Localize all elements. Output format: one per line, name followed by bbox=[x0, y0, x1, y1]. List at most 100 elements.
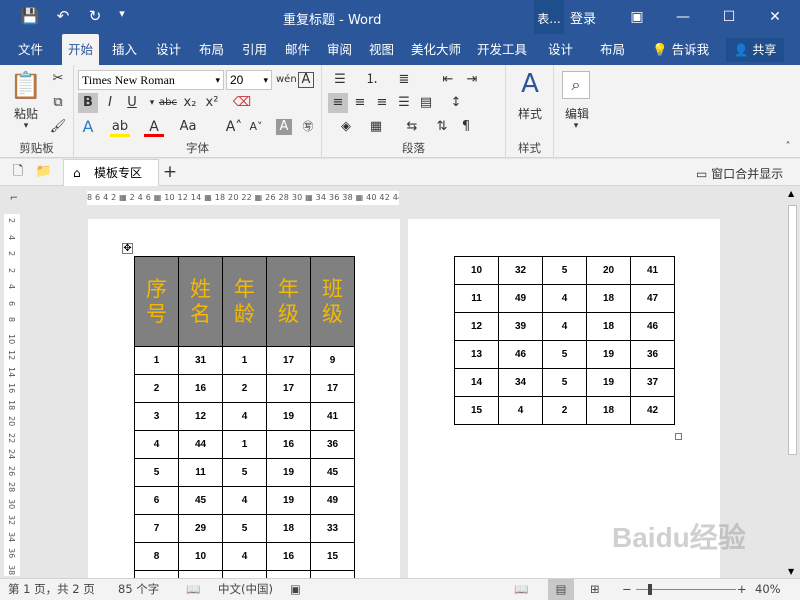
underline-icon[interactable]: U bbox=[122, 93, 142, 113]
zoom-level[interactable]: 40% bbox=[755, 579, 781, 600]
table-cell[interactable] bbox=[266, 570, 311, 578]
phonetic-icon[interactable]: wén bbox=[276, 70, 297, 90]
editing-button[interactable]: 编辑 bbox=[556, 105, 598, 122]
table-cell[interactable]: 12 bbox=[178, 402, 223, 431]
table-cell[interactable]: 5 bbox=[542, 256, 587, 285]
tab-table-layout[interactable]: 布局 bbox=[594, 34, 631, 65]
table-cell[interactable]: 41 bbox=[630, 256, 675, 285]
table-cell[interactable]: 4 bbox=[222, 486, 267, 515]
zoom-in-icon[interactable]: + bbox=[737, 579, 747, 600]
table-cell[interactable] bbox=[134, 570, 179, 578]
change-case-icon[interactable]: Aa bbox=[178, 117, 198, 137]
paste-dropdown-icon[interactable]: ▾ bbox=[18, 121, 34, 131]
table-cell[interactable]: 17 bbox=[266, 374, 311, 403]
redo-icon[interactable]: ↻ bbox=[84, 7, 106, 25]
table-cell[interactable]: 14 bbox=[454, 368, 499, 397]
table-cell[interactable]: 16 bbox=[178, 374, 223, 403]
char-shading-icon[interactable]: A bbox=[276, 119, 292, 135]
shading-icon[interactable]: ◈ bbox=[336, 117, 356, 137]
table-cell[interactable]: 44 bbox=[178, 430, 223, 459]
table-cell[interactable]: 18 bbox=[586, 312, 631, 341]
merge-windows-button[interactable]: ▭ 窗口合并显示 bbox=[696, 165, 783, 182]
table-cell[interactable]: 4 bbox=[134, 430, 179, 459]
language[interactable]: 中文(中国) bbox=[218, 579, 273, 600]
increase-indent-icon[interactable]: ⇥ bbox=[462, 70, 482, 90]
bullets-icon[interactable]: ☰ bbox=[330, 70, 350, 90]
table-cell[interactable]: 10 bbox=[454, 256, 499, 285]
table-cell[interactable]: 11 bbox=[178, 458, 223, 487]
header-cell[interactable]: 序号 bbox=[134, 256, 179, 347]
table-resize-handle[interactable] bbox=[675, 433, 682, 440]
table-cell[interactable]: 2 bbox=[134, 374, 179, 403]
table-cell[interactable]: 42 bbox=[630, 396, 675, 425]
copy-icon[interactable]: ⧉ bbox=[48, 93, 68, 113]
table-move-handle-icon[interactable]: ✥ bbox=[122, 243, 133, 254]
table-cell[interactable]: 3 bbox=[134, 402, 179, 431]
tab-mailings[interactable]: 邮件 bbox=[279, 34, 316, 65]
align-left-icon[interactable]: ≡ bbox=[328, 93, 348, 113]
table-cell[interactable]: 2 bbox=[542, 396, 587, 425]
tab-review[interactable]: 审阅 bbox=[321, 34, 358, 65]
table-cell[interactable]: 36 bbox=[310, 430, 355, 459]
line-spacing-icon[interactable]: ↕ bbox=[446, 93, 466, 113]
search-icon[interactable]: ⌕ bbox=[562, 71, 590, 99]
table-cell[interactable]: 17 bbox=[310, 374, 355, 403]
table-cell[interactable]: 31 bbox=[178, 346, 223, 375]
table-cell[interactable]: 16 bbox=[266, 542, 311, 571]
table-cell[interactable]: 33 bbox=[310, 514, 355, 543]
font-name-box[interactable]: Times New Roman ▾ bbox=[78, 70, 224, 90]
justify-icon[interactable]: ☰ bbox=[394, 93, 414, 113]
table-cell[interactable]: 4 bbox=[222, 402, 267, 431]
table-cell[interactable]: 32 bbox=[498, 256, 543, 285]
table-cell[interactable]: 49 bbox=[498, 284, 543, 313]
table-cell[interactable]: 29 bbox=[178, 514, 223, 543]
table-cell[interactable]: 37 bbox=[630, 368, 675, 397]
table-cell[interactable]: 12 bbox=[454, 312, 499, 341]
table-cell[interactable] bbox=[222, 570, 267, 578]
align-center-icon[interactable]: ≡ bbox=[350, 93, 370, 113]
table-cell[interactable]: 5 bbox=[542, 368, 587, 397]
table-cell[interactable]: 45 bbox=[178, 486, 223, 515]
table-tools-context[interactable]: 表... bbox=[534, 0, 564, 34]
table-cell[interactable]: 41 bbox=[310, 402, 355, 431]
table-cell[interactable]: 5 bbox=[222, 514, 267, 543]
align-right-icon[interactable]: ≡ bbox=[372, 93, 392, 113]
styles-icon[interactable]: A bbox=[510, 69, 550, 99]
table-cell[interactable] bbox=[178, 570, 223, 578]
shrink-font-icon[interactable]: A˅ bbox=[246, 117, 266, 137]
paste-button[interactable]: 粘贴 bbox=[8, 105, 44, 122]
table-cell[interactable]: 19 bbox=[586, 340, 631, 369]
table-cell[interactable]: 19 bbox=[266, 458, 311, 487]
table-cell[interactable]: 5 bbox=[134, 458, 179, 487]
page-1[interactable]: ✥ 序号 姓名 年龄 年级 班级 1 31 1 17 9 2 16 2 17 17 3 12 4 19 41 4 44 1 1… bbox=[88, 219, 400, 578]
table-cell[interactable]: 17 bbox=[266, 346, 311, 375]
tab-stop-icon[interactable]: ⌐ bbox=[4, 189, 24, 209]
scroll-down-icon[interactable]: ▼ bbox=[788, 567, 794, 576]
table-cell[interactable] bbox=[310, 570, 355, 578]
highlight-icon[interactable]: ab bbox=[110, 117, 130, 137]
zoom-slider-thumb[interactable] bbox=[648, 584, 652, 595]
tab-design[interactable]: 设计 bbox=[150, 34, 187, 65]
maximize-button[interactable]: ☐ bbox=[706, 0, 752, 34]
multilevel-list-icon[interactable]: ≣ bbox=[394, 70, 414, 90]
tab-template-zone[interactable]: ⌂ 模板专区 bbox=[63, 159, 159, 186]
table-cell[interactable]: 49 bbox=[310, 486, 355, 515]
table-cell[interactable]: 4 bbox=[542, 312, 587, 341]
font-color-icon[interactable]: A bbox=[144, 117, 164, 137]
table-cell[interactable]: 18 bbox=[586, 396, 631, 425]
borders-icon[interactable]: ▦ bbox=[366, 117, 386, 137]
superscript-icon[interactable]: x² bbox=[202, 93, 222, 113]
table-cell[interactable]: 19 bbox=[266, 486, 311, 515]
scroll-up-icon[interactable]: ▲ bbox=[788, 189, 794, 198]
table-cell[interactable]: 47 bbox=[630, 284, 675, 313]
table-cell[interactable]: 8 bbox=[134, 542, 179, 571]
table-cell[interactable]: 7 bbox=[134, 514, 179, 543]
scrollbar-thumb[interactable] bbox=[788, 205, 797, 455]
grow-font-icon[interactable]: A˄ bbox=[224, 117, 244, 137]
table-cell[interactable]: 11 bbox=[454, 284, 499, 313]
header-cell[interactable]: 姓名 bbox=[178, 256, 223, 347]
proofing-icon[interactable]: 📖 bbox=[186, 579, 200, 600]
chinese-layout-icon[interactable]: ⇆ bbox=[402, 117, 422, 137]
subscript-icon[interactable]: x₂ bbox=[180, 93, 200, 113]
table-cell[interactable]: 5 bbox=[222, 458, 267, 487]
